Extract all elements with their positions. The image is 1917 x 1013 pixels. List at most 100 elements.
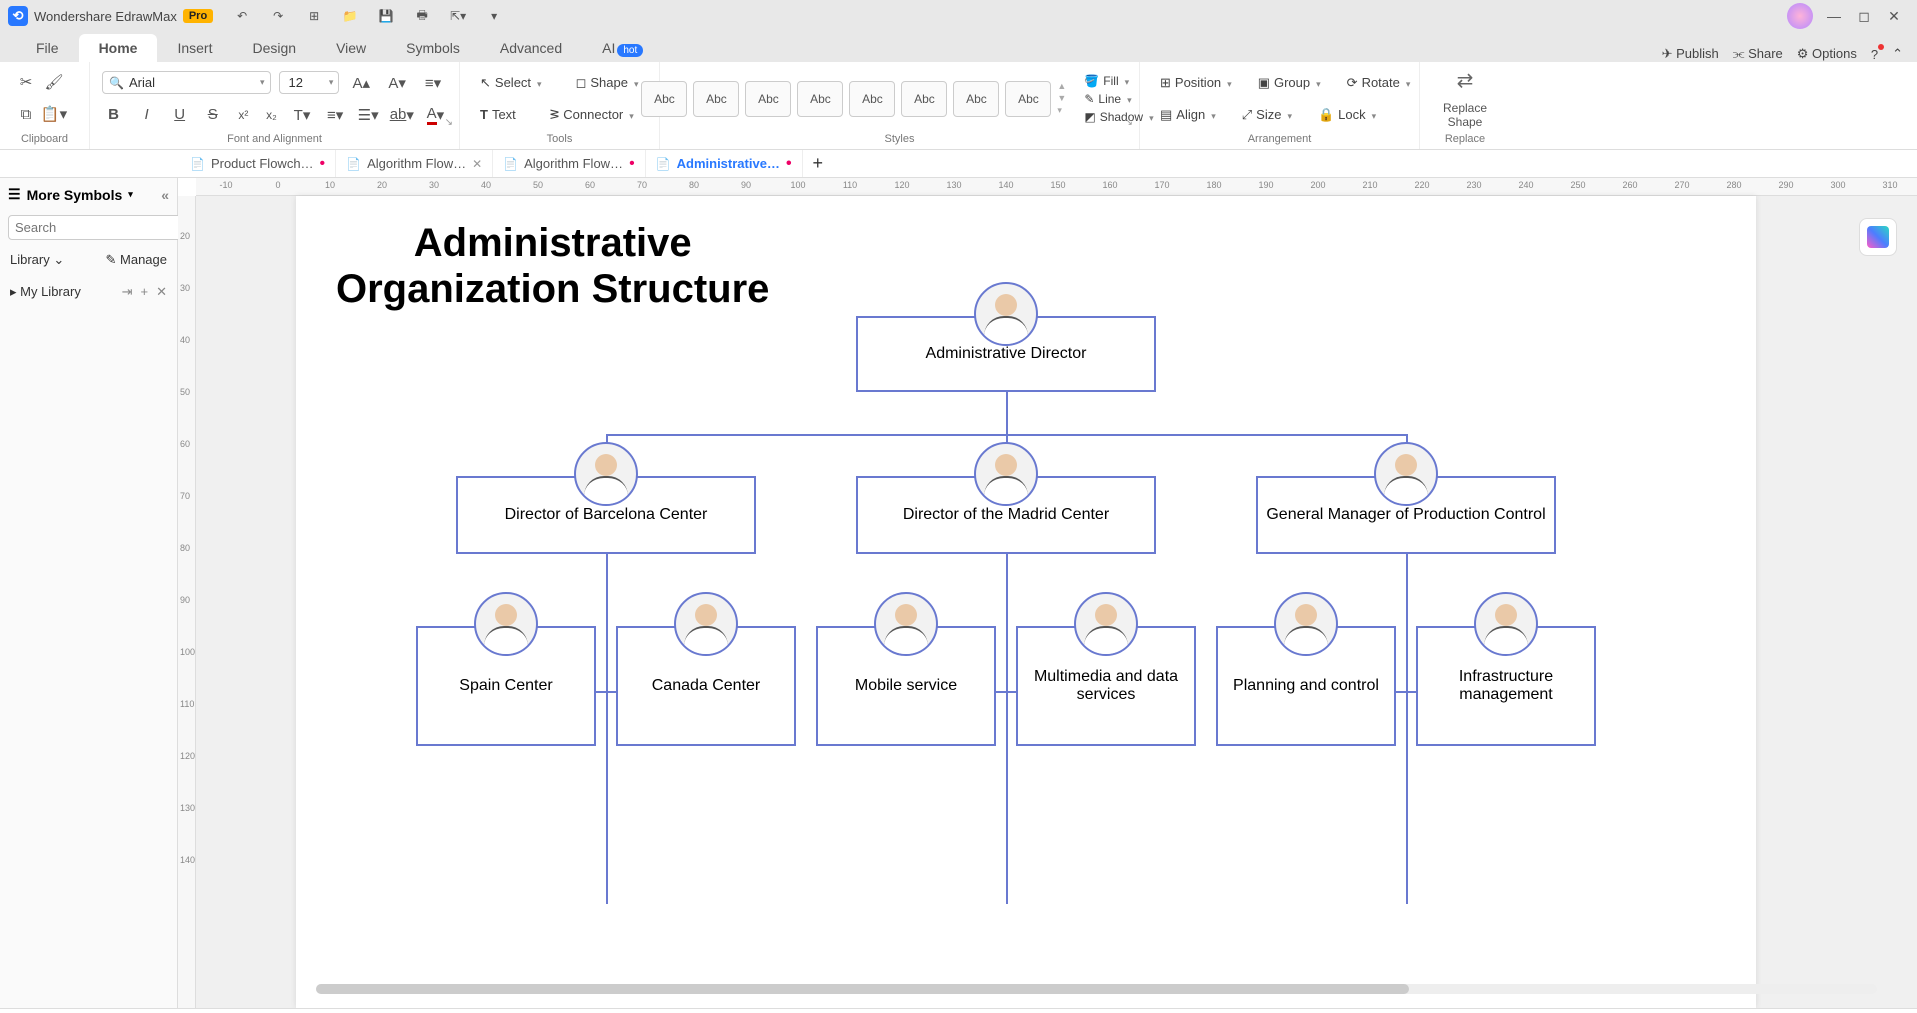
collapse-ribbon-icon[interactable]: ⌃ [1892,46,1903,62]
node-l3e[interactable]: Planning and control [1216,626,1396,746]
node-l3d[interactable]: Multimedia and data services [1016,626,1196,746]
close-tab-icon[interactable]: ✕ [472,157,482,171]
undo-icon[interactable]: ↶ [231,4,253,28]
style-preset[interactable]: Abc [693,81,739,117]
bold-icon[interactable]: B [102,103,125,127]
case-icon[interactable]: T▾ [291,103,314,127]
person-icon [1474,592,1538,656]
library-dropdown[interactable]: Library ⌄ [10,252,64,268]
tab-view[interactable]: View [316,34,386,62]
minimize-button[interactable]: — [1819,8,1849,24]
manage-link[interactable]: ✎ Manage [106,252,168,268]
font-size-select[interactable]: 12▾ [279,71,339,94]
italic-icon[interactable]: I [135,103,158,127]
tab-design[interactable]: Design [232,34,316,62]
horizontal-scrollbar[interactable] [316,984,1877,994]
subscript-icon[interactable]: x₂ [262,103,280,127]
redo-icon[interactable]: ↷ [267,4,289,28]
maximize-button[interactable]: ◻ [1849,8,1879,25]
tab-insert[interactable]: Insert [157,34,232,62]
style-preset[interactable]: Abc [1005,81,1051,117]
text-tool[interactable]: T Text [472,103,524,127]
close-lib-icon[interactable]: ✕ [156,284,167,300]
node-l2b[interactable]: Director of the Madrid Center [856,476,1156,554]
tab-symbols[interactable]: Symbols [386,34,480,62]
new-icon[interactable]: ⊞ [303,4,325,28]
shape-tool[interactable]: ◻ Shape [568,71,647,95]
export-icon[interactable]: ⇱▾ [447,4,469,28]
copy-icon[interactable]: ⧉ [12,103,40,127]
canvas[interactable]: Administrative Organization Structure [196,196,1917,1008]
style-down-icon[interactable]: ▼ [1057,93,1066,103]
connector-tool[interactable]: ᕒ Connector [542,103,642,127]
tab-file[interactable]: File [16,34,79,62]
diagram-title: Administrative Organization Structure [336,220,769,312]
person-icon [974,442,1038,506]
cut-icon[interactable]: ✂ [12,70,40,94]
style-preset[interactable]: Abc [641,81,687,117]
style-preset[interactable]: Abc [901,81,947,117]
font-family-select[interactable]: 🔍Arial▾ [102,71,271,94]
my-library-item[interactable]: ▸ My Library [10,284,81,300]
position-button[interactable]: ⊞ Position [1152,71,1240,95]
collapse-sidebar-icon[interactable]: « [161,187,169,203]
node-l2a[interactable]: Director of Barcelona Center [456,476,756,554]
help-icon[interactable]: ? [1871,47,1878,62]
styles-launcher-icon[interactable]: ↘ [1125,117,1133,128]
save-icon[interactable]: 💾 [375,4,397,28]
font-color-icon[interactable]: A▾ [424,103,447,127]
style-preset[interactable]: Abc [797,81,843,117]
tab-home[interactable]: Home [79,34,158,62]
tab-ai[interactable]: AIhot [582,34,663,62]
symbol-search-input[interactable] [8,215,198,240]
lock-button[interactable]: 🔒 Lock [1310,103,1384,127]
share-link[interactable]: ⫘ Share [1733,46,1783,62]
publish-link[interactable]: ✈ Publish [1662,46,1719,62]
document-tab[interactable]: 📄Product Flowch…• [180,150,336,177]
document-tab[interactable]: 📄Algorithm Flow…✕ [336,150,493,177]
qat-more-icon[interactable]: ▾ [483,4,505,28]
replace-shape-button[interactable]: Replace Shape [1432,101,1498,129]
style-preset[interactable]: Abc [953,81,999,117]
import-lib-icon[interactable]: ⇥ [122,284,133,300]
ai-assistant-button[interactable] [1859,218,1897,256]
increase-font-icon[interactable]: A▴ [347,71,375,95]
paste-icon[interactable]: 📋▾ [40,102,68,126]
open-icon[interactable]: 📁 [339,4,361,28]
document-tab[interactable]: 📄Algorithm Flow…• [493,150,646,177]
close-button[interactable]: ✕ [1879,8,1909,25]
style-preset[interactable]: Abc [745,81,791,117]
underline-icon[interactable]: U [168,103,191,127]
decrease-font-icon[interactable]: A▾ [383,71,411,95]
add-lib-icon[interactable]: + [141,284,149,300]
strikethrough-icon[interactable]: S [201,103,224,127]
node-l3a[interactable]: Spain Center [416,626,596,746]
options-link[interactable]: ⚙ Options [1797,46,1857,62]
align-button[interactable]: ▤ Align [1152,103,1224,127]
symbols-sidebar: ☰ More Symbols▾ « Search Library ⌄ ✎ Man… [0,178,178,1008]
user-avatar[interactable] [1787,3,1813,29]
highlight-icon[interactable]: ab▾ [390,103,414,127]
format-painter-icon[interactable]: 🖌 [40,70,68,94]
size-button[interactable]: ⤢ Size [1234,103,1300,127]
group-button[interactable]: ▣ Group [1250,71,1329,95]
node-l2c[interactable]: General Manager of Production Control [1256,476,1556,554]
style-up-icon[interactable]: ▲ [1057,81,1066,91]
node-l3b[interactable]: Canada Center [616,626,796,746]
select-tool[interactable]: ↖ Select [472,71,550,95]
rotate-button[interactable]: ⟳ Rotate [1339,71,1419,95]
node-l3c[interactable]: Mobile service [816,626,996,746]
superscript-icon[interactable]: x² [234,103,252,127]
style-more-icon[interactable]: ▾ [1057,105,1066,116]
tab-advanced[interactable]: Advanced [480,34,582,62]
font-launcher-icon[interactable]: ↘ [445,117,453,128]
document-tab[interactable]: 📄Administrative…• [646,150,803,177]
style-preset[interactable]: Abc [849,81,895,117]
list-icon[interactable]: ☰▾ [357,103,380,127]
print-icon[interactable]: 🖶 [411,4,433,28]
add-tab-button[interactable]: + [803,153,834,174]
align-menu-icon[interactable]: ≡▾ [419,71,447,95]
line-spacing-icon[interactable]: ≡▾ [324,103,347,127]
node-root[interactable]: Administrative Director [856,316,1156,392]
node-l3f[interactable]: Infrastructure management [1416,626,1596,746]
